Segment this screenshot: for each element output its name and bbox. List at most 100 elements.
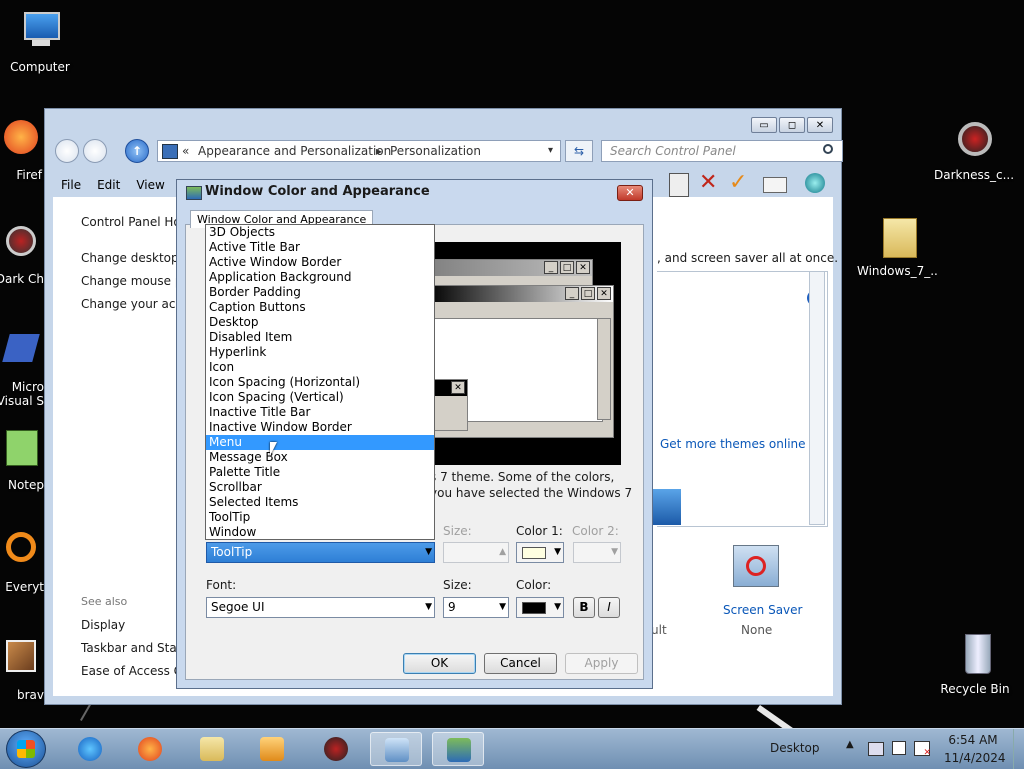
clipboard-icon[interactable] xyxy=(669,173,689,197)
dropdown-item[interactable]: Scrollbar xyxy=(206,480,434,495)
ok-button[interactable]: OK xyxy=(403,653,476,674)
dropdown-item[interactable]: Selected Items xyxy=(206,495,434,510)
menu-view[interactable]: View xyxy=(128,175,172,195)
taskbar-explorer[interactable] xyxy=(186,732,238,766)
dropdown-item[interactable]: ToolTip xyxy=(206,510,434,525)
desktop-icon-firefox[interactable]: Firef xyxy=(0,118,44,182)
dropdown-item[interactable]: Icon xyxy=(206,360,434,375)
screen-saver-icon[interactable] xyxy=(733,545,779,587)
show-desktop-button[interactable] xyxy=(1013,729,1024,769)
desktop-icon-everything[interactable]: Everyt xyxy=(0,530,44,594)
taskbar-media-player[interactable] xyxy=(246,732,298,766)
desktop-icon-label: Everyt xyxy=(5,580,44,594)
search-icon[interactable] xyxy=(823,144,833,154)
close-button[interactable]: ✕ xyxy=(807,117,833,133)
dropdown-item[interactable]: Message Box xyxy=(206,450,434,465)
font-size-select[interactable]: 9 ▼ xyxy=(443,597,509,618)
color2-picker: ▼ xyxy=(573,542,621,563)
desktop-icon-windows7-folder[interactable]: Windows_7_... xyxy=(857,214,937,278)
check-icon[interactable]: ✓ xyxy=(729,171,747,195)
dropdown-item[interactable]: Desktop xyxy=(206,315,434,330)
dropdown-item[interactable]: Palette Title xyxy=(206,465,434,480)
desktop-icon-dark-chrome[interactable]: Dark Ch xyxy=(0,222,44,286)
see-also-display[interactable]: Display xyxy=(81,618,125,632)
taskbar: Desktop ▲ ✕ 6:54 AM 11/4/2024 xyxy=(0,728,1024,769)
sidebar-change-account-picture[interactable]: Change your acco xyxy=(81,297,189,311)
dialog-description-line1: s 7 theme. Some of the colors, xyxy=(430,470,615,484)
dropdown-item[interactable]: Inactive Title Bar xyxy=(206,405,434,420)
taskbar-personalization[interactable] xyxy=(432,732,484,766)
dropdown-item[interactable]: Active Title Bar xyxy=(206,240,434,255)
italic-button[interactable]: I xyxy=(598,597,620,618)
font-select-value: Segoe UI xyxy=(211,600,265,614)
dropdown-item[interactable]: Inactive Window Border xyxy=(206,420,434,435)
see-also-heading: See also xyxy=(81,595,128,608)
refresh-button[interactable]: ⇆ xyxy=(565,140,593,162)
taskbar-control-panel[interactable] xyxy=(370,732,422,766)
clock-time[interactable]: 6:54 AM xyxy=(944,733,1002,747)
dropdown-item[interactable]: 3D Objects xyxy=(206,225,434,240)
taskbar-firefox[interactable] xyxy=(124,732,176,766)
breadcrumb-appearance[interactable]: Appearance and Personalization xyxy=(198,141,391,161)
dropdown-item-selected[interactable]: Menu xyxy=(206,435,434,450)
forward-button[interactable] xyxy=(83,139,107,163)
mail-icon[interactable] xyxy=(763,177,787,193)
item-dropdown-list[interactable]: 3D Objects Active Title Bar Active Windo… xyxy=(205,224,435,540)
dialog-close-button[interactable]: ✕ xyxy=(617,185,643,201)
volume-muted-icon[interactable]: ✕ xyxy=(914,741,931,758)
menu-edit[interactable]: Edit xyxy=(89,175,128,195)
breadcrumb-personalization[interactable]: Personalization xyxy=(390,141,481,161)
dropdown-item[interactable]: Border Padding xyxy=(206,285,434,300)
minimize-button[interactable]: ▭ xyxy=(751,117,777,133)
network-icon[interactable] xyxy=(868,742,884,756)
screen-saver-link[interactable]: Screen Saver xyxy=(723,603,802,617)
desktop-icon-visual-studio[interactable]: Micro Visual S xyxy=(0,330,44,408)
themes-list[interactable] xyxy=(657,271,828,527)
desktop-icon-brave[interactable]: brav xyxy=(0,638,44,702)
desktop-icon-notepad[interactable]: Notep xyxy=(0,428,44,492)
search-input[interactable]: Search Control Panel xyxy=(601,140,843,162)
dropdown-item[interactable]: Caption Buttons xyxy=(206,300,434,315)
cancel-button[interactable]: Cancel xyxy=(484,653,557,674)
delete-icon[interactable]: ✕ xyxy=(699,171,717,195)
font-color-picker[interactable]: ▼ xyxy=(516,597,564,618)
address-back-chevron[interactable]: « xyxy=(182,141,189,161)
dropdown-item[interactable]: Icon Spacing (Vertical) xyxy=(206,390,434,405)
desktop-icon-recycle-bin[interactable]: Recycle Bin xyxy=(935,632,1015,696)
bold-button[interactable]: B xyxy=(573,597,595,618)
get-more-themes-link[interactable]: Get more themes online xyxy=(660,437,806,451)
themes-scrollbar[interactable] xyxy=(809,271,825,525)
dropdown-item[interactable]: Window xyxy=(206,525,434,539)
desktop-icon-darkness[interactable]: Darkness_c... xyxy=(934,118,1014,182)
maximize-button[interactable]: ◻ xyxy=(779,117,805,133)
font-select[interactable]: Segoe UI ▼ xyxy=(206,597,435,618)
show-hidden-icons-icon[interactable]: ▲ xyxy=(846,739,854,750)
dropdown-item[interactable]: Active Window Border xyxy=(206,255,434,270)
desktop-icon-computer[interactable]: Computer xyxy=(0,10,80,74)
image-file-icon xyxy=(0,638,38,682)
start-button[interactable] xyxy=(6,730,46,768)
see-also-taskbar[interactable]: Taskbar and Start xyxy=(81,641,186,655)
menu-file[interactable]: File xyxy=(53,175,89,195)
clock-date[interactable]: 11/4/2024 xyxy=(944,751,1006,765)
dropdown-item[interactable]: Disabled Item xyxy=(206,330,434,345)
up-button[interactable]: ↑ xyxy=(125,139,149,163)
address-bar[interactable]: « Appearance and Personalization ▸ Perso… xyxy=(157,140,561,162)
dropdown-item[interactable]: Hyperlink xyxy=(206,345,434,360)
dropdown-item[interactable]: Icon Spacing (Horizontal) xyxy=(206,375,434,390)
address-dropdown-icon[interactable]: ▾ xyxy=(548,141,553,161)
breadcrumb-separator-icon[interactable]: ▸ xyxy=(376,141,382,161)
sidebar-change-mouse-pointers[interactable]: Change mouse po xyxy=(81,274,190,288)
globe-icon[interactable] xyxy=(805,173,825,193)
item-select[interactable]: ToolTip ▼ xyxy=(206,542,435,563)
taskbar-internet-explorer[interactable] xyxy=(64,732,116,766)
action-center-flag-icon[interactable] xyxy=(892,741,906,755)
back-button[interactable] xyxy=(55,139,79,163)
theme-thumbnail[interactable] xyxy=(653,489,681,525)
font-color-label: Color: xyxy=(516,578,552,592)
window-controls: ▭ ◻ ✕ xyxy=(751,117,833,133)
taskbar-chrome[interactable] xyxy=(310,732,362,766)
color1-picker[interactable]: ▼ xyxy=(516,542,564,563)
desktop-toolbar-label[interactable]: Desktop xyxy=(770,741,820,755)
dropdown-item[interactable]: Application Background xyxy=(206,270,434,285)
